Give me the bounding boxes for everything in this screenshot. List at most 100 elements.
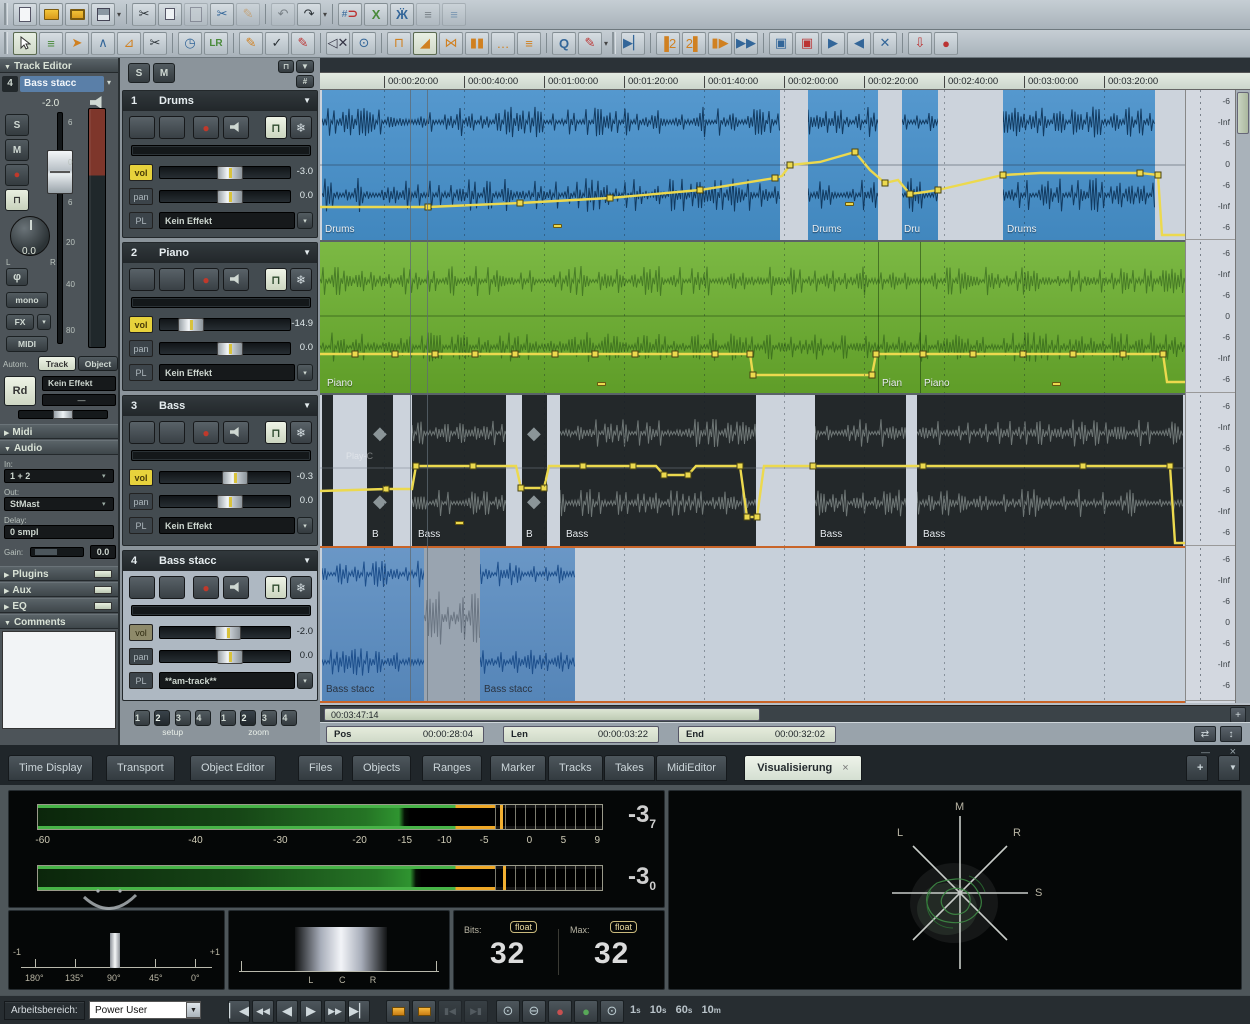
section-midi[interactable]: ▶Midi — [0, 424, 118, 439]
editor-lock-button[interactable]: ⊓ — [5, 189, 29, 211]
section-aux[interactable]: ▶Aux — [0, 582, 118, 597]
zoom-lr-button[interactable]: LR — [204, 32, 228, 55]
track-name-dropdown[interactable]: ▾ — [107, 78, 111, 87]
remove-object-button[interactable]: ✕ — [873, 32, 897, 55]
prev-marker-button[interactable] — [386, 1000, 410, 1023]
track3-monitor[interactable] — [223, 421, 249, 444]
rewind-object-button[interactable]: ◀ — [847, 32, 871, 55]
loop-out-button[interactable]: 2▌ — [682, 32, 706, 55]
new-file-button[interactable] — [13, 3, 37, 26]
color-brush-button[interactable]: ✎ — [578, 32, 602, 55]
track3-pan-label[interactable]: pan — [129, 493, 153, 510]
in-dropdown[interactable]: ▾ — [102, 472, 106, 480]
curve-tool-button[interactable]: ∧ — [91, 32, 115, 55]
track2-monitor[interactable] — [223, 268, 249, 291]
track3-lane[interactable]: Play-C ◆ ◆ ◆ ◆ B Bass B Bass Bass Bass — [320, 395, 1185, 546]
track3-lock[interactable]: ⊓ — [265, 421, 287, 444]
ungroup-list-button[interactable]: ≡ — [442, 3, 466, 26]
track1-plugin-dropdown[interactable]: ▾ — [297, 212, 313, 229]
len-field[interactable]: Len00:00:03:22 — [503, 726, 659, 743]
end-field[interactable]: End00:00:32:02 — [678, 726, 836, 743]
track2-dropdown[interactable]: ▼ — [303, 243, 311, 263]
track-header-3[interactable]: 3Bass▼ ● ⊓ ❄ vol -0.3 pan 0.0 PL Kein Ef… — [122, 395, 318, 546]
header-visibility-icon[interactable]: ▼ — [296, 60, 314, 73]
audio-in-field[interactable]: 1 + 2 — [4, 469, 114, 483]
section-comments[interactable]: ▼Comments — [0, 614, 118, 629]
save-project-button[interactable] — [91, 3, 115, 26]
comments-box[interactable] — [2, 631, 116, 729]
track2-record[interactable]: ● — [193, 268, 219, 291]
header-lock-icon[interactable]: ⊓ — [278, 60, 294, 73]
track2-titlebar[interactable]: 2Piano▼ — [123, 243, 317, 263]
tab-marker[interactable]: Marker — [490, 755, 546, 781]
section-plugins[interactable]: ▶Plugins — [0, 566, 118, 581]
track1-plugin-field[interactable]: Kein Effekt — [159, 212, 295, 229]
hscroll-plus-button[interactable]: + — [1230, 707, 1246, 723]
crossfade-editor-button[interactable]: Ӝ — [390, 3, 414, 26]
track-header-2[interactable]: 2Piano▼ ● ⊓ ❄ vol -14.9 pan 0.0 PL Kein … — [122, 242, 318, 391]
track3-solo[interactable] — [129, 421, 155, 444]
paste-button[interactable] — [184, 3, 208, 26]
track1-solo[interactable] — [129, 116, 155, 139]
object-cursor-button[interactable]: ➤ — [65, 32, 89, 55]
track1-mute[interactable] — [159, 116, 185, 139]
editor-solo-button[interactable]: S — [5, 114, 29, 136]
range-start-line[interactable] — [410, 90, 411, 701]
step-right-button[interactable]: ▶▶ — [734, 32, 758, 55]
hscroll-thumb[interactable]: 00:03:47:14 — [324, 708, 760, 721]
pitch-time-button[interactable]: ◷ — [178, 32, 202, 55]
mute-tool-button[interactable]: ◁✕ — [326, 32, 350, 55]
zoom-10s-button[interactable]: 10s — [650, 1004, 667, 1016]
volume-fader-track[interactable] — [57, 112, 63, 344]
autom-effect-field[interactable]: Kein Effekt — [42, 376, 116, 391]
track1-freeze[interactable]: ❄ — [290, 116, 312, 139]
split-tool-button[interactable]: ✂ — [143, 32, 167, 55]
setup-1[interactable]: 1 — [134, 710, 150, 726]
header-grid-icon[interactable]: # — [296, 75, 314, 88]
range-end-line[interactable] — [427, 90, 428, 701]
play-object-button[interactable]: ▶ — [821, 32, 845, 55]
goto-end-button[interactable]: ▶▏ — [348, 1000, 370, 1023]
track2-plugin-field[interactable]: Kein Effekt — [159, 364, 295, 381]
section-audio[interactable]: ▼Audio — [0, 440, 118, 455]
track3-plugin-field[interactable]: Kein Effekt — [159, 517, 295, 534]
toolbar2-grip[interactable] — [4, 32, 8, 54]
zoom-last-button[interactable]: ⊙ — [600, 1000, 624, 1023]
audio-out-field[interactable]: StMast — [4, 497, 114, 511]
tab-midieditor[interactable]: MidiEditor — [656, 755, 727, 781]
track1-lane[interactable]: Drums Drums Dru Drums — [320, 90, 1185, 240]
toolbar-grip[interactable] — [4, 3, 8, 25]
cut-button[interactable]: ✂ — [132, 3, 156, 26]
crossfade-tool-button[interactable]: ⋈ — [439, 32, 463, 55]
track3-vol-slider[interactable] — [159, 471, 291, 484]
track4-plugin-dropdown[interactable]: ▾ — [297, 672, 313, 689]
track2-pl-button[interactable]: PL — [129, 364, 153, 381]
horizontal-scrollbar[interactable]: 00:03:47:14 + — [320, 705, 1250, 722]
zoom-2[interactable]: 2 — [240, 710, 256, 726]
undo-button[interactable]: ↶ — [271, 3, 295, 26]
zoom-60s-button[interactable]: 60s — [676, 1004, 693, 1016]
track2-solo[interactable] — [129, 268, 155, 291]
link-ranges-button[interactable]: ⇄ — [1194, 726, 1216, 742]
track4-dropdown[interactable]: ▼ — [303, 551, 311, 571]
track1-lock[interactable]: ⊓ — [265, 116, 287, 139]
track2-plugin-dropdown[interactable]: ▾ — [297, 364, 313, 381]
track4-pl-button[interactable]: PL — [129, 672, 153, 689]
track4-lock[interactable]: ⊓ — [265, 576, 287, 599]
setup-4[interactable]: 4 — [195, 710, 211, 726]
track3-titlebar[interactable]: 3Bass▼ — [123, 396, 317, 416]
draw-check-button[interactable]: ✓ — [265, 32, 289, 55]
eq-led[interactable] — [94, 602, 112, 610]
tab-transport[interactable]: Transport — [106, 755, 175, 781]
track4-record[interactable]: ● — [193, 576, 219, 599]
wave-level-button[interactable]: ▮▮ — [465, 32, 489, 55]
track4-titlebar[interactable]: 4Bass stacc▼ — [123, 551, 317, 571]
tab-tracks[interactable]: Tracks — [548, 755, 603, 781]
track2-automation[interactable] — [320, 242, 1185, 393]
track1-automation[interactable] — [320, 90, 1185, 240]
tab-takes[interactable]: Takes — [604, 755, 655, 781]
setup-2[interactable]: 2 — [154, 710, 170, 726]
track1-titlebar[interactable]: 1Drums▼ — [123, 91, 317, 111]
tab-time-display[interactable]: Time Display — [8, 755, 93, 781]
track4-vol-slider[interactable] — [159, 626, 291, 639]
